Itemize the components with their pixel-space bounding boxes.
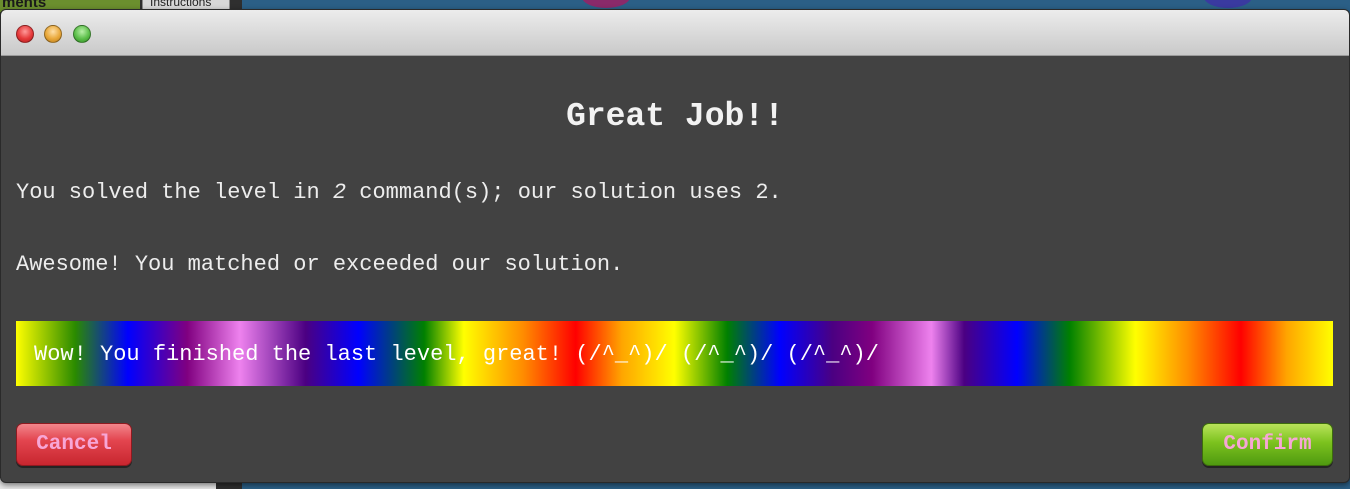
confirm-button[interactable]: Confirm (1202, 423, 1333, 466)
solution-feedback: Awesome! You matched or exceeded our sol… (16, 252, 624, 277)
solution-summary-suffix: command(s); our solution uses 2. (346, 180, 782, 205)
level-complete-dialog: Great Job!! You solved the level in 2 co… (0, 9, 1350, 483)
background-node (1204, 0, 1252, 8)
finished-banner-text: Wow! You finished the last level, great!… (34, 342, 879, 367)
background-node (582, 0, 630, 8)
dialog-titlebar (1, 10, 1349, 56)
cancel-button[interactable]: Cancel (16, 423, 132, 466)
command-count: 2 (332, 180, 347, 205)
background-instructions-tab-label: Instructions (150, 0, 212, 9)
solution-summary-prefix: You solved the level in (16, 180, 333, 205)
window-minimize-icon[interactable] (44, 25, 62, 43)
finished-banner: Wow! You finished the last level, great!… (16, 321, 1333, 386)
dialog-title: Great Job!! (566, 98, 784, 135)
window-close-icon[interactable] (16, 25, 34, 43)
solution-summary: You solved the level in 2 command(s); ou… (16, 180, 782, 205)
window-zoom-icon[interactable] (73, 25, 91, 43)
